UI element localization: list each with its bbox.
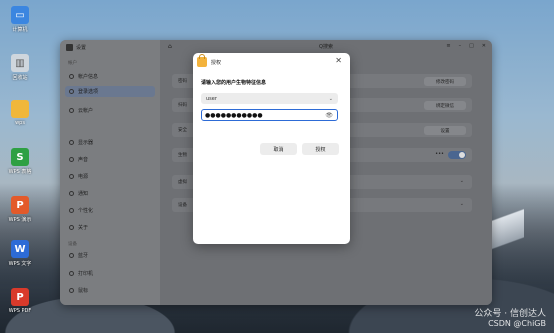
sidebar-item-power[interactable]: 电源 — [65, 171, 155, 182]
menu-icon[interactable]: ≡ — [446, 43, 450, 49]
watermark: 公众号 · 信创达人 CSDN @ChiGB — [474, 309, 546, 329]
sidebar-item-display[interactable]: 显示器 — [65, 137, 155, 148]
desktop-icon-wps-writer[interactable]: W WPS 文字 — [5, 240, 35, 267]
info-icon — [69, 225, 74, 230]
computer-icon: ▭ — [11, 6, 29, 24]
eye-icon[interactable]: 👁 — [325, 112, 333, 119]
wps-writer-icon: W — [11, 240, 29, 258]
lock-icon — [197, 54, 207, 67]
dialog-header: 授权 — [197, 54, 222, 67]
wps-slides-icon: P — [11, 196, 29, 214]
user-icon — [69, 74, 74, 79]
app-title: 设置 — [66, 44, 86, 51]
chevron-down-icon[interactable]: ⌄ — [460, 201, 464, 207]
sound-icon — [69, 157, 74, 162]
dialog-title: 授权 — [211, 59, 222, 66]
desktop-icon-folder[interactable]: wps — [5, 100, 35, 126]
sidebar-group-account: 帐户 — [68, 61, 77, 66]
dialog-prompt: 请输入您的用户生物特征信息 — [201, 80, 267, 86]
sidebar-item-login-options[interactable]: 登录选项 — [65, 86, 155, 97]
sidebar-item-account-info[interactable]: 帐户信息 — [65, 71, 155, 82]
palette-icon — [69, 208, 74, 213]
sidebar-group-device: 设备 — [68, 242, 77, 247]
sidebar-item-bluetooth[interactable]: 蓝牙 — [65, 250, 155, 261]
wps-pdf-icon: P — [11, 288, 29, 306]
biometric-toggle[interactable] — [448, 151, 466, 159]
bluetooth-icon — [69, 253, 74, 258]
sidebar-item-cloud-account[interactable]: 云帐户 — [65, 105, 155, 116]
search-box[interactable]: Q搜索 — [319, 43, 333, 50]
user-select[interactable]: user ⌄ — [201, 93, 338, 104]
display-icon — [69, 140, 74, 145]
wps-sheet-icon: S — [11, 148, 29, 166]
minimize-icon[interactable]: – — [459, 43, 462, 49]
desktop-icon-wps-sheet[interactable]: S WPS 表格 — [5, 148, 35, 175]
sidebar-item-notification[interactable]: 通知 — [65, 188, 155, 199]
password-field[interactable]: ●●●●●●●●●●● 👁 — [201, 109, 338, 121]
security-setup-button[interactable]: 设置 — [424, 126, 466, 135]
authorization-dialog: 授权 ✕ 请输入您的用户生物特征信息 user ⌄ ●●●●●●●●●●● 👁 … — [193, 53, 350, 244]
trash-icon: ▥ — [11, 54, 29, 72]
chevron-down-icon: ⌄ — [328, 96, 333, 102]
cancel-button[interactable]: 取消 — [260, 143, 297, 155]
power-icon — [69, 174, 74, 179]
sidebar-item-mouse[interactable]: 鼠标 — [65, 285, 155, 296]
settings-topbar: ⌂ Q搜索 ≡ – □ ✕ — [160, 40, 492, 52]
authorize-button[interactable]: 授权 — [302, 143, 339, 155]
chevron-down-icon[interactable]: ⌄ — [460, 178, 464, 184]
bell-icon — [69, 191, 74, 196]
printer-icon — [69, 271, 74, 276]
close-icon[interactable]: ✕ — [482, 43, 486, 49]
sidebar-item-personalize[interactable]: 个性化 — [65, 205, 155, 216]
desktop-icon-computer[interactable]: ▭ 计算机 — [5, 6, 35, 33]
change-password-button[interactable]: 修改密码 — [424, 77, 466, 86]
desktop-icon-wps-pdf[interactable]: P WPS PDF — [5, 288, 35, 314]
more-icon[interactable]: ••• — [435, 151, 444, 157]
mouse-icon — [69, 288, 74, 293]
cloud-icon — [69, 108, 74, 113]
home-icon[interactable]: ⌂ — [168, 43, 172, 50]
maximize-icon[interactable]: □ — [469, 43, 474, 49]
sidebar-item-sound[interactable]: 声音 — [65, 154, 155, 165]
bind-wechat-button[interactable]: 绑定微信 — [424, 101, 466, 110]
key-icon — [69, 89, 74, 94]
sidebar-item-about[interactable]: 关于 — [65, 222, 155, 233]
desktop-icon-wps-slides[interactable]: P WPS 演示 — [5, 196, 35, 223]
dialog-close-icon[interactable]: ✕ — [335, 57, 342, 65]
settings-app-icon — [66, 44, 73, 51]
folder-icon — [11, 100, 29, 118]
desktop-icon-trash[interactable]: ▥ 回收站 — [5, 54, 35, 81]
settings-sidebar: 设置 帐户 帐户信息 登录选项 云帐户 显示器 声音 电源 通知 个性化 关于 … — [60, 40, 160, 305]
window-controls: ≡ – □ ✕ — [446, 43, 486, 49]
sidebar-item-printer[interactable]: 打印机 — [65, 268, 155, 279]
